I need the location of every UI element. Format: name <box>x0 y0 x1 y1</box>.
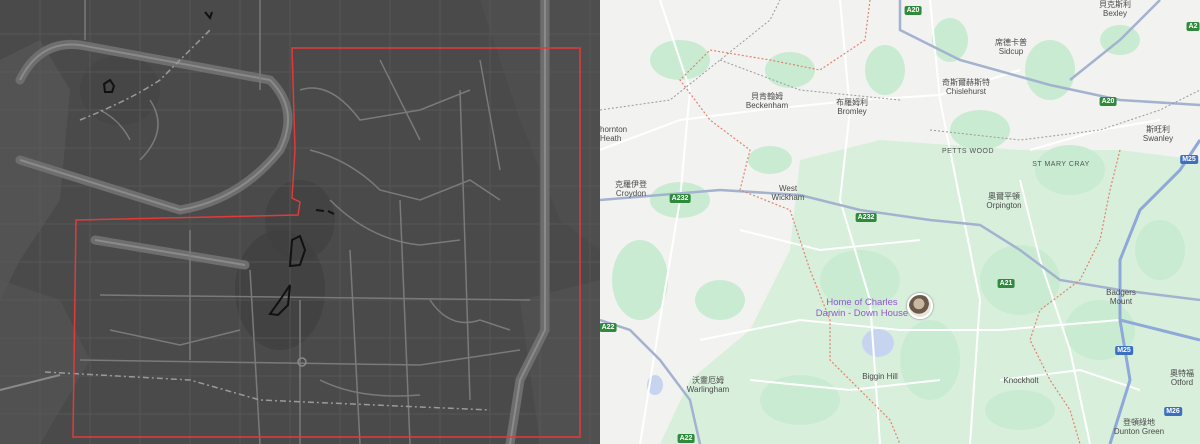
place-label-croydon[interactable]: 克羅伊登 Croydon <box>615 180 647 198</box>
place-label-otford[interactable]: 奧特福 Otford <box>1170 369 1194 387</box>
road-shield-a21: A21 <box>997 279 1015 288</box>
place-label-west-wickham[interactable]: West Wickham <box>772 184 805 202</box>
road-shield-a22-left: A22 <box>600 323 617 332</box>
left-map-panel[interactable] <box>0 0 600 444</box>
road-shield-a2: A2 <box>1186 22 1200 31</box>
map-comparison: 貝克斯利 Bexley 席德卡普 Sidcup 奇斯爾赫斯特 Chislehurst … <box>0 0 1200 444</box>
place-label-badgers-mount[interactable]: Badgers Mount <box>1106 288 1136 306</box>
poi-photo-marker-icon[interactable] <box>907 293 933 319</box>
road-shield-a232-mid: A232 <box>855 213 877 222</box>
road-shield-a232-left: A232 <box>669 194 691 203</box>
road-shield-a20-top: A20 <box>904 6 922 15</box>
road-shield-m25-mid: M25 <box>1115 346 1133 355</box>
place-label-bexley[interactable]: 貝克斯利 Bexley <box>1099 0 1131 18</box>
left-map-canvas <box>0 0 600 444</box>
place-label-bromley[interactable]: 布羅姆利 Bromley <box>836 98 868 116</box>
place-label-chislehurst[interactable]: 奇斯爾赫斯特 Chislehurst <box>942 78 990 96</box>
place-label-swanley[interactable]: 斯旺利 Swanley <box>1143 125 1173 143</box>
poi-label-down-house[interactable]: Home of Charles Darwin - Down House <box>816 297 908 319</box>
place-label-biggin-hill[interactable]: Biggin Hill <box>862 372 898 381</box>
place-label-beckenham[interactable]: 貝肯翰姆 Beckenham <box>746 92 788 110</box>
place-label-warlingham[interactable]: 沃靈厄姆 Warlingham <box>687 376 729 394</box>
road-shield-a20-right: A20 <box>1099 97 1117 106</box>
place-label-dunton-green[interactable]: 登頓綠地 Dunton Green <box>1114 418 1164 436</box>
road-shield-m26: M26 <box>1164 407 1182 416</box>
place-label-knockholt[interactable]: Knockholt <box>1003 376 1038 385</box>
road-shield-m25-top: M25 <box>1180 155 1198 164</box>
place-label-st-mary-cray[interactable]: ST MARY CRAY <box>1032 160 1090 169</box>
road-shield-a22-bottom: A22 <box>677 434 695 443</box>
place-label-petts-wood[interactable]: PETTS WOOD <box>942 147 994 156</box>
place-label-sidcup[interactable]: 席德卡普 Sidcup <box>995 38 1027 56</box>
place-label-orpington[interactable]: 奧爾平頓 Orpington <box>986 192 1021 210</box>
right-map-panel[interactable]: 貝克斯利 Bexley 席德卡普 Sidcup 奇斯爾赫斯特 Chislehurst … <box>600 0 1200 444</box>
place-label-thornton-heath[interactable]: hornton Heath <box>600 125 627 143</box>
